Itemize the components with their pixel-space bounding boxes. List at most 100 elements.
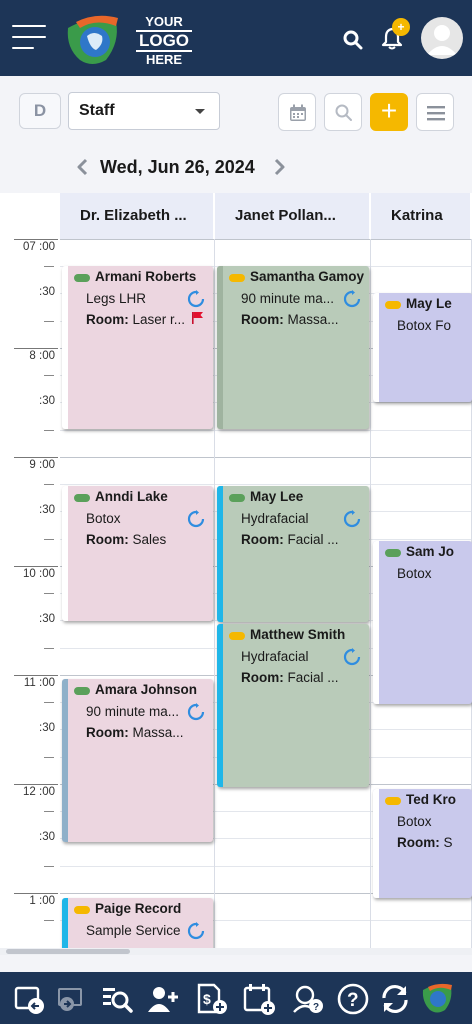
search-button[interactable] [324,93,362,131]
svg-text:$: $ [203,991,211,1007]
appointment-card[interactable]: May Lee Hydrafacial Room: Facial ... [217,486,369,622]
time-label: 12 :00 [23,786,55,798]
appointment-stripe [373,789,379,898]
logo-globe-icon[interactable] [420,982,454,1016]
resource-select-value: Staff [79,102,115,119]
time-label: 11 :00 [23,677,55,689]
chevron-right-icon[interactable] [270,158,288,176]
add-appointment-button[interactable]: + [370,93,408,131]
appointment-service: Hydrafacial [241,511,309,526]
list-menu-button[interactable] [416,93,454,131]
appointment-service: Hydrafacial [241,649,309,664]
room-label: Room: [241,670,284,685]
sync-icon [187,922,205,940]
appointment-card[interactable]: Ted Kro Botox Room: S [373,789,472,898]
appointment-stripe [62,266,68,429]
refresh-icon[interactable] [378,982,412,1016]
search-list-icon[interactable] [100,982,134,1016]
notification-badge[interactable]: + [392,18,410,36]
appointment-room: Room: Sales [86,532,166,547]
status-pill [229,274,245,282]
appointment-service: 90 minute ma... [86,704,180,719]
appointment-service: Botox [397,566,432,581]
status-pill [74,687,90,695]
appointment-client: Paige Record [95,901,182,916]
appointment-service: Sample Service [86,923,181,938]
appointment-service: Botox [86,511,121,526]
support-agent-icon[interactable]: ? [290,982,324,1016]
appointment-card[interactable]: Sam Jo Botox [373,541,472,704]
add-user-icon[interactable] [146,982,180,1016]
appointment-client: May Le [406,296,452,311]
time-label: 1 :00 [29,895,55,907]
time-label: 8 :00 [29,350,55,362]
room-label: Room: [86,312,129,327]
room-label: Room: [86,725,129,740]
avatar[interactable] [421,17,463,59]
status-pill [74,494,90,502]
appointment-service: Botox [397,814,432,829]
appointment-client: Sam Jo [406,544,455,559]
scrollbar-thumb[interactable] [6,949,130,954]
room-value: S [443,835,453,850]
flag-icon [192,312,203,324]
day-view-button[interactable]: D [19,93,61,129]
sync-icon [343,290,361,308]
time-column: 07 :00 :30 8 :00 :30 9 :00 :30 10 :00 :3… [0,239,58,953]
current-date[interactable]: Wed, Jun 26, 2024 [100,154,255,180]
status-pill [229,494,245,502]
status-pill [385,549,401,557]
appointment-room: Room: Laser r... [86,312,185,327]
time-label: :30 [39,286,55,298]
resource-select[interactable]: Staff [68,92,220,130]
appointment-card[interactable]: Samantha Gamoy 90 minute ma... Room: Mas… [217,266,369,429]
column-header-staff-1[interactable]: Dr. Elizabeth ... [60,193,215,239]
logo-text: YOUR LOGO HERE [136,14,192,68]
status-pill [385,797,401,805]
logo-globe-icon[interactable] [62,12,122,68]
horizontal-scrollbar[interactable] [0,948,472,955]
appointment-card[interactable]: May Le Botox Fo [373,293,472,402]
appointment-room: Room: Facial ... [241,670,339,685]
room-value: Facial ... [287,670,339,685]
sync-icon [343,510,361,528]
room-value: Sales [132,532,167,547]
search-icon [335,104,352,121]
appointment-card[interactable]: Armani Roberts Legs LHR Room: Laser r... [62,266,213,429]
time-label: :30 [39,722,55,734]
appointment-stripe [217,624,223,787]
appointment-card[interactable]: Anndi Lake Botox Room: Sales [62,486,213,621]
appointment-room: Room: Massa... [241,312,339,327]
bottom-nav: $ ? ? [0,972,472,1024]
search-icon[interactable] [343,30,363,50]
appointment-stripe [217,486,223,622]
date-navigator: Wed, Jun 26, 2024 [70,154,300,180]
help-icon[interactable]: ? [336,982,370,1016]
chevron-down-icon [195,109,205,114]
column-header-staff-3[interactable]: Katrina [371,193,472,239]
logo-line-1: YOUR [145,14,183,29]
menu-icon[interactable] [12,25,46,53]
add-calendar-icon[interactable] [242,982,276,1016]
add-invoice-icon[interactable]: $ [194,982,228,1016]
chevron-left-icon[interactable] [74,158,92,176]
switch-screen-icon[interactable] [54,982,88,1016]
room-value: Massa... [132,725,184,740]
room-label: Room: [241,532,284,547]
time-label: :30 [39,613,55,625]
status-pill [74,906,90,914]
time-label: 10 :00 [23,568,55,580]
appointment-card[interactable]: Matthew Smith Hydrafacial Room: Facial .… [217,624,369,787]
appointment-client: Amara Johnson [95,682,198,697]
room-value: Laser r... [132,312,186,327]
exit-to-screen-icon[interactable] [12,982,46,1016]
svg-text:?: ? [313,1002,319,1013]
status-pill [74,274,90,282]
appointment-stripe [217,266,223,429]
time-label: 9 :00 [29,459,55,471]
column-header-staff-2[interactable]: Janet Pollan... [215,193,371,239]
appointment-card[interactable]: Paige Record Sample Service [62,898,213,953]
calendar-button[interactable] [278,93,316,131]
room-value: Facial ... [287,532,339,547]
appointment-card[interactable]: Amara Johnson 90 minute ma... Room: Mass… [62,679,213,842]
